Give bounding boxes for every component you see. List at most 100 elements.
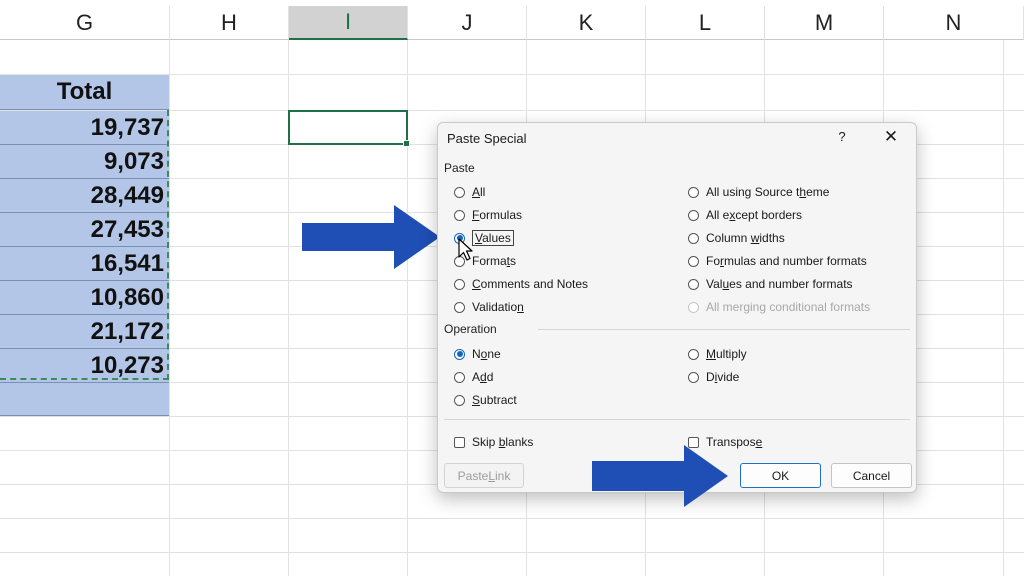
radio-circle <box>688 209 699 221</box>
option-label: All except borders <box>706 208 803 222</box>
radio-circle <box>688 232 699 244</box>
radio-circle <box>688 301 699 313</box>
active-cell[interactable] <box>288 110 410 147</box>
column-header-g[interactable]: G <box>0 6 170 40</box>
option-label: Formulas and number formats <box>706 254 867 268</box>
column-header-label: M <box>814 9 834 35</box>
radio-circle <box>454 209 465 221</box>
checkbox-box <box>454 436 465 448</box>
column-header-j[interactable]: J <box>408 6 527 40</box>
radio-add[interactable]: Add <box>454 368 493 386</box>
radio-circle <box>454 371 465 383</box>
radio-divide[interactable]: Divide <box>688 368 739 386</box>
radio-circle <box>688 255 699 267</box>
column-header-m[interactable]: M <box>765 6 884 40</box>
cell-value[interactable]: 27,453 <box>0 213 169 247</box>
cell-value[interactable]: 21,172 <box>0 315 169 349</box>
paste-special-dialog: Paste Special ? ✕ Paste All Formulas Val… <box>437 122 917 493</box>
radio-all[interactable]: All <box>454 183 485 201</box>
cell-text: 10,273 <box>90 351 164 379</box>
radio-circle <box>688 186 699 198</box>
gridline <box>1003 40 1004 576</box>
column-header-l[interactable]: L <box>646 6 765 40</box>
close-icon[interactable]: ✕ <box>883 127 899 147</box>
column-header-k[interactable]: K <box>527 6 646 40</box>
option-label: Values and number formats <box>706 277 853 291</box>
cell-text: 21,172 <box>90 317 164 345</box>
operation-section-label: Operation <box>444 322 497 336</box>
radio-multiply[interactable]: Multiply <box>688 345 747 363</box>
radio-subtract[interactable]: Subtract <box>454 391 517 409</box>
radio-values-and-number-formats[interactable]: Values and number formats <box>688 275 853 293</box>
paste-link-button[interactable]: Paste Link <box>444 463 524 488</box>
paste-section-label: Paste <box>444 161 475 175</box>
cell-text: Total <box>56 78 113 105</box>
radio-circle <box>454 278 465 290</box>
fill-handle[interactable] <box>403 140 410 147</box>
column-header-label: N <box>945 9 962 35</box>
cell-value[interactable]: 10,860 <box>0 281 169 315</box>
radio-circle <box>454 186 465 198</box>
column-header-label: I <box>344 9 352 34</box>
cell-text: 9,073 <box>103 147 164 175</box>
mouse-pointer-icon <box>458 238 473 261</box>
cell-text: 16,541 <box>90 249 164 277</box>
gridline <box>0 518 1024 519</box>
radio-validation[interactable]: Validation <box>454 298 524 316</box>
dialog-title: Paste Special <box>447 131 527 146</box>
column-header-label: G <box>75 9 94 35</box>
gridline <box>169 40 170 576</box>
option-label: Divide <box>706 370 740 384</box>
option-label: Comments and Notes <box>472 277 589 291</box>
cancel-button[interactable]: Cancel <box>831 463 912 488</box>
cell-value[interactable]: 9,073 <box>0 145 169 179</box>
option-label: None <box>472 347 501 361</box>
cell-value[interactable]: 28,449 <box>0 179 169 213</box>
option-label: Skip blanks <box>472 435 534 449</box>
radio-circle <box>454 301 465 313</box>
radio-circle <box>454 348 465 360</box>
column-header-label: H <box>221 9 237 35</box>
gridline <box>0 552 1024 553</box>
cell-text: 10,860 <box>90 283 164 311</box>
option-label: Formulas <box>472 208 523 222</box>
cell-value[interactable]: 19,737 <box>0 111 169 145</box>
skip-blanks-checkbox[interactable]: Skip blanks <box>454 433 533 451</box>
option-label: Values <box>472 230 514 246</box>
section-divider <box>538 329 910 330</box>
column-header-h[interactable]: H <box>170 6 289 40</box>
option-label: Add <box>472 370 494 384</box>
section-divider <box>444 419 910 420</box>
radio-circle <box>688 278 699 290</box>
radio-all-using-source-theme[interactable]: All using Source theme <box>688 183 829 201</box>
option-label: Multiply <box>706 347 747 361</box>
option-label: Validation <box>472 300 524 314</box>
cell-text: 19,737 <box>90 113 164 141</box>
radio-all-except-borders[interactable]: All except borders <box>688 206 802 224</box>
cell-text: 28,449 <box>90 181 164 209</box>
cell-text: 27,453 <box>90 215 164 243</box>
radio-all-merging-conditional-formats: All merging conditional formats <box>688 298 870 316</box>
radio-formulas-and-number-formats[interactable]: Formulas and number formats <box>688 252 867 270</box>
radio-formulas[interactable]: Formulas <box>454 206 522 224</box>
ok-button[interactable]: OK <box>740 463 821 488</box>
help-icon[interactable]: ? <box>835 129 849 144</box>
column-header-label: K <box>578 9 594 35</box>
arrow-right-icon <box>302 205 440 269</box>
option-label: All using Source theme <box>706 185 830 199</box>
radio-none[interactable]: None <box>454 345 501 363</box>
column-header-n[interactable]: N <box>884 6 1024 40</box>
cell-value[interactable]: 10,273 <box>0 349 169 383</box>
option-label: Column widths <box>706 231 785 245</box>
column-header-i[interactable]: I <box>289 6 408 40</box>
cell-total-header[interactable]: Total <box>0 75 169 110</box>
radio-circle <box>454 394 465 406</box>
column-header-label: L <box>698 9 712 35</box>
arrow-right-icon <box>592 445 728 507</box>
radio-comments-and-notes[interactable]: Comments and Notes <box>454 275 588 293</box>
radio-column-widths[interactable]: Column widths <box>688 229 785 247</box>
cell-value[interactable]: 16,541 <box>0 247 169 281</box>
cell-empty[interactable] <box>0 383 169 416</box>
radio-circle <box>688 348 699 360</box>
option-label: All merging conditional formats <box>706 300 871 314</box>
